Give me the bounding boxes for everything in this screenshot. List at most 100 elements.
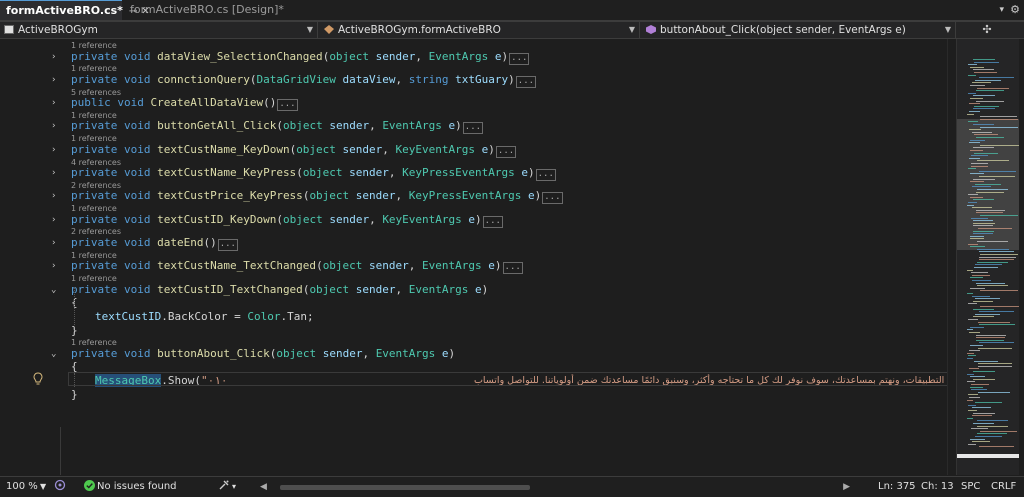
expand-chevron-icon[interactable]: › (51, 166, 56, 180)
method-signature-line[interactable]: private void dataView_SelectionChanged(o… (71, 49, 530, 65)
collapsed-region-button[interactable]: ... (515, 75, 537, 88)
method-signature-line[interactable]: private void textCustID_TextChanged(obje… (71, 283, 488, 297)
issues-status[interactable]: No issues found (97, 477, 177, 497)
statement-line[interactable]: textCustID.BackColor = Color.Tan; (95, 310, 314, 324)
scroll-right-icon[interactable]: ▶ (843, 477, 850, 497)
split-window-icon[interactable]: ✣ (956, 22, 1018, 39)
minimap-code-line (967, 417, 973, 419)
argument-token: object (309, 189, 350, 203)
method-signature-line[interactable]: private void buttonGetAll_Click(object s… (71, 119, 484, 135)
argument-token: object (329, 49, 370, 63)
method-name: textCustID_TextChanged (157, 282, 303, 296)
line-ending[interactable]: CRLF (991, 477, 1016, 497)
minimap-code-line (974, 61, 999, 63)
punct-token: ) (534, 189, 542, 203)
expand-chevron-icon[interactable]: › (51, 50, 56, 64)
chevron-down-icon[interactable]: ▾ (232, 477, 236, 497)
minimap-code-line (969, 103, 980, 105)
tab-formactivebro-design[interactable]: formActiveBRO.cs [Design]* (124, 0, 284, 20)
expand-chevron-icon[interactable]: › (51, 259, 56, 273)
expand-chevron-icon[interactable]: › (51, 73, 56, 87)
method-signature-line[interactable]: private void textCustName_KeyDown(object… (71, 142, 517, 158)
minimap-code-line (967, 269, 973, 271)
scroll-left-icon[interactable]: ◀ (260, 477, 267, 497)
zoom-level[interactable]: 100 % (6, 477, 38, 497)
minimap-scrollbar[interactable] (956, 39, 1019, 475)
minimap-code-line (979, 256, 1016, 258)
argument-token: object (309, 282, 350, 296)
argument-token: sender (342, 166, 389, 179)
minimap-code-line (980, 215, 1018, 216)
argument-token: DataGridView (256, 72, 336, 86)
minimap-code-line (973, 69, 994, 71)
collapsed-region-button[interactable]: ... (502, 262, 523, 275)
expand-chevron-icon[interactable]: › (51, 189, 56, 203)
method-signature-line[interactable]: private void buttonAbout_Click(object se… (71, 347, 455, 361)
code-token: .Tan; (280, 310, 314, 323)
argument-token: object (282, 212, 323, 226)
collapsed-region-button[interactable]: ... (509, 52, 530, 65)
close-brace-line[interactable]: } (71, 388, 78, 402)
minimap-code-line (977, 160, 1009, 162)
tab-formactivebro-cs[interactable]: formActiveBRO.cs* ⊸ ✕ (0, 0, 150, 20)
minimap-code-line (979, 446, 1014, 448)
code-cleanup-icon[interactable] (218, 477, 230, 497)
tab-list-dropdown-icon[interactable]: ▾ (999, 0, 1004, 20)
expand-chevron-icon[interactable]: › (51, 143, 56, 157)
chevron-down-icon: ▼ (628, 25, 635, 34)
whitespace-mode[interactable]: SPC (961, 477, 980, 497)
method-signature-line[interactable]: private void connctionQuery(DataGridView… (71, 72, 537, 88)
minimap-code-line (977, 433, 1007, 435)
keyword-token: private (71, 282, 118, 296)
expand-chevron-icon[interactable]: › (51, 119, 56, 133)
collapse-chevron-icon[interactable]: ⌄ (51, 283, 56, 297)
expand-chevron-icon[interactable]: › (51, 96, 56, 110)
collapsed-region-button[interactable]: ... (277, 99, 298, 112)
member-dropdown[interactable]: buttonAbout_Click(object sender, EventAr… (642, 22, 956, 38)
minimap-code-line (974, 152, 998, 154)
minimap-code-line (972, 415, 992, 417)
collapsed-region-button[interactable]: ... (495, 145, 517, 158)
code-token: .BackColor = (161, 310, 248, 323)
minimap-code-line (971, 165, 988, 167)
code-text-area[interactable]: 1 reference private void dataView_Selecti… (0, 39, 956, 475)
minimap-code-line (979, 170, 1016, 172)
minimap-code-line (969, 142, 980, 144)
horizontal-scroll-thumb[interactable] (280, 485, 530, 490)
minimap-code-line (970, 66, 984, 68)
method-signature-line[interactable]: private void dateEnd()... (71, 236, 238, 251)
expand-chevron-icon[interactable]: › (51, 213, 56, 227)
project-label: ActiveBROGym (18, 24, 98, 36)
method-name: textCustID_KeyDown (157, 212, 277, 226)
collapsed-region-button[interactable]: ... (217, 238, 238, 251)
code-editor[interactable]: 1 reference private void dataView_Selecti… (0, 39, 957, 475)
lightbulb-icon[interactable] (33, 372, 43, 386)
chevron-down-icon[interactable]: ▼ (40, 477, 46, 497)
collapsed-region-button[interactable]: ... (482, 215, 503, 228)
method-signature-line[interactable]: private void textCustPrice_KeyPress(obje… (71, 189, 563, 205)
minimap-code-line (976, 100, 1004, 102)
minimap-code-line (973, 220, 993, 222)
collapsed-region-button[interactable]: ... (542, 192, 563, 205)
collapse-chevron-icon[interactable]: ⌄ (51, 347, 56, 361)
method-signature-line[interactable]: public void CreateAllDataView()... (71, 96, 298, 112)
argument-token: KeyPressEventArgs (408, 189, 522, 203)
expand-chevron-icon[interactable]: › (51, 236, 56, 250)
argument-token: e (435, 346, 449, 360)
method-signature-line[interactable]: private void textCustID_KeyDown(object s… (71, 213, 503, 228)
minimap-code-line (976, 209, 1005, 211)
collapsed-region-button[interactable]: ... (462, 122, 484, 135)
collapsed-region-button[interactable]: ... (535, 169, 556, 181)
method-signature-line[interactable]: private void textCustName_KeyPress(objec… (71, 166, 556, 181)
horizontal-scrollbar[interactable]: ◀ ▶ (260, 482, 850, 492)
project-dropdown[interactable]: ActiveBROGym ▼ (0, 22, 318, 38)
copilot-icon[interactable] (54, 477, 66, 497)
gear-icon[interactable]: ⚙ (1010, 0, 1020, 20)
column-number[interactable]: Ch: 13 (921, 477, 954, 497)
method-signature-line[interactable]: private void textCustName_TextChanged(ob… (71, 259, 523, 275)
navigation-bar: ActiveBROGym ▼ ActiveBROGym.formActiveBR… (0, 22, 1024, 39)
class-dropdown[interactable]: ActiveBROGym.formActiveBRO ▼ (320, 22, 640, 38)
line-number[interactable]: Ln: 375 (878, 477, 916, 497)
argument-token: e (475, 142, 489, 156)
minimap-code-line (977, 420, 1008, 422)
